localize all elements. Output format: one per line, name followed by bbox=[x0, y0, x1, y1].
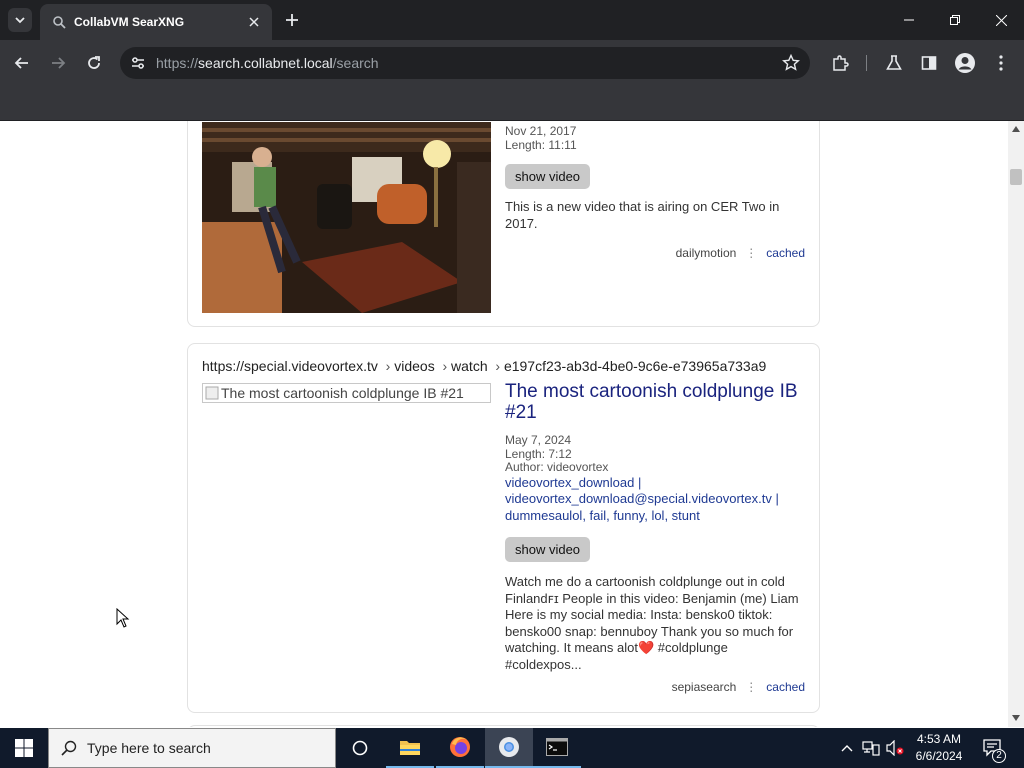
minimize-button[interactable] bbox=[886, 0, 932, 40]
cached-link[interactable]: cached bbox=[766, 246, 805, 260]
favicon-icon bbox=[53, 16, 66, 29]
browser-toolbar: https://search.collabnet.local/search bbox=[0, 40, 1024, 86]
show-hidden-icons-button[interactable] bbox=[838, 728, 856, 768]
clock-date: 6/6/2024 bbox=[915, 749, 963, 763]
mouse-cursor-icon bbox=[116, 608, 130, 628]
volume-tray-icon[interactable] bbox=[884, 728, 906, 768]
terminal-icon bbox=[546, 738, 568, 756]
result-card: Nov 21, 2017 Length: 11:11 show video Th… bbox=[187, 121, 820, 327]
result-date: Nov 21, 2017 bbox=[505, 124, 577, 138]
site-info-icon[interactable] bbox=[130, 55, 146, 71]
menu-button[interactable] bbox=[990, 52, 1012, 74]
room-thumbnail-image bbox=[202, 122, 491, 313]
address-bar[interactable]: https://search.collabnet.local/search bbox=[120, 47, 810, 79]
engine-label: sepiasearch bbox=[671, 680, 737, 694]
result-author: Author: videovortex bbox=[505, 460, 609, 474]
plus-icon bbox=[286, 14, 298, 26]
kebab-menu-icon bbox=[999, 55, 1003, 71]
task-view-button[interactable] bbox=[336, 728, 384, 768]
tab-collabvm-searxng[interactable]: CollabVM SearXNG bbox=[40, 4, 272, 40]
engine-label: dailymotion bbox=[675, 246, 737, 260]
title-bar: CollabVM SearXNG bbox=[0, 0, 1024, 40]
flask-icon bbox=[886, 55, 902, 70]
scroll-down-icon[interactable] bbox=[1012, 715, 1020, 721]
file-explorer-button[interactable] bbox=[386, 728, 434, 768]
restore-button[interactable] bbox=[932, 0, 978, 40]
volume-muted-icon bbox=[886, 740, 904, 756]
side-panel-icon bbox=[921, 56, 937, 70]
new-tab-button[interactable] bbox=[280, 8, 304, 32]
restore-icon bbox=[950, 15, 960, 25]
profile-button[interactable] bbox=[954, 52, 976, 74]
notification-badge: 2 bbox=[992, 749, 1006, 763]
result-card bbox=[187, 725, 820, 727]
firefox-icon bbox=[450, 737, 470, 757]
toolbar-divider bbox=[866, 55, 867, 71]
network-tray-icon[interactable] bbox=[860, 728, 882, 768]
extensions-button[interactable] bbox=[829, 52, 851, 74]
arrow-right-icon bbox=[52, 57, 66, 69]
cached-link[interactable]: cached bbox=[766, 680, 805, 694]
show-video-button[interactable]: show video bbox=[505, 164, 591, 189]
tab-close-button[interactable] bbox=[244, 12, 264, 32]
broken-image-icon bbox=[205, 386, 219, 400]
folder-icon bbox=[400, 741, 420, 755]
result-title-link[interactable]: The most cartoonish coldplunge IB #21 bbox=[505, 381, 807, 423]
side-panel-button[interactable] bbox=[918, 52, 940, 74]
labs-button[interactable] bbox=[883, 52, 905, 74]
result-description: Watch me do a cartoonish coldplunge out … bbox=[505, 574, 799, 672]
result-description: This is a new video that is airing on CE… bbox=[505, 199, 780, 231]
scroll-up-icon[interactable] bbox=[1012, 126, 1020, 132]
result-url[interactable]: https://special.videovortex.tv › videos … bbox=[202, 358, 766, 374]
separator-dots: ⋮ bbox=[745, 680, 758, 694]
tab-title: CollabVM SearXNG bbox=[74, 15, 185, 29]
result-length: Length: 7:12 bbox=[505, 446, 572, 461]
video-thumbnail[interactable] bbox=[202, 122, 491, 313]
bookmarks-bar bbox=[0, 86, 1024, 121]
url-text: https://search.collabnet.local/search bbox=[156, 55, 379, 71]
bookmark-star-icon[interactable] bbox=[782, 54, 800, 72]
window-close-button[interactable] bbox=[978, 0, 1024, 40]
page-content: Nov 21, 2017 Length: 11:11 show video Th… bbox=[0, 121, 1008, 727]
close-icon bbox=[249, 17, 259, 27]
start-button[interactable] bbox=[0, 728, 48, 768]
reload-icon bbox=[88, 56, 100, 69]
puzzle-icon bbox=[833, 55, 849, 71]
separator-dots: ⋮ bbox=[745, 246, 758, 260]
broken-thumbnail[interactable]: The most cartoonish coldplunge IB #21 bbox=[202, 383, 491, 403]
forward-button[interactable] bbox=[44, 49, 72, 77]
chrome-icon bbox=[499, 737, 519, 757]
cortana-circle-icon bbox=[352, 740, 368, 756]
arrow-left-icon bbox=[14, 57, 28, 69]
result-footer: dailymotion ⋮ cached bbox=[676, 246, 805, 260]
result-footer: sepiasearch ⋮ cached bbox=[672, 680, 805, 694]
search-icon bbox=[61, 740, 77, 756]
terminal-button[interactable] bbox=[533, 728, 581, 768]
avatar-icon bbox=[955, 53, 975, 73]
back-button[interactable] bbox=[8, 49, 36, 77]
notification-center-button[interactable]: 2 bbox=[978, 728, 1008, 768]
taskbar: Type here to search 4:53 AM 6/6/2024 2 bbox=[0, 728, 1024, 768]
reload-button[interactable] bbox=[80, 49, 108, 77]
chevron-down-icon bbox=[15, 17, 25, 24]
close-icon bbox=[995, 14, 1007, 26]
minimize-icon bbox=[904, 19, 914, 21]
vertical-scrollbar[interactable] bbox=[1008, 121, 1024, 727]
result-date: May 7, 2024 bbox=[505, 433, 572, 447]
result-tags-links[interactable]: videovortex_download | videovortex_downl… bbox=[505, 475, 807, 525]
scrollbar-thumb[interactable] bbox=[1010, 169, 1022, 185]
chrome-button[interactable] bbox=[485, 728, 533, 768]
clock-time: 4:53 AM bbox=[916, 732, 962, 746]
taskbar-search-box[interactable]: Type here to search bbox=[48, 728, 336, 768]
taskbar-search-placeholder: Type here to search bbox=[87, 740, 211, 756]
network-icon bbox=[862, 741, 880, 756]
tab-search-button[interactable] bbox=[8, 8, 32, 32]
taskbar-clock[interactable]: 4:53 AM 6/6/2024 bbox=[904, 731, 974, 765]
show-video-button[interactable]: show video bbox=[505, 537, 591, 562]
windows-logo-icon bbox=[15, 739, 33, 757]
firefox-button[interactable] bbox=[436, 728, 484, 768]
result-card: https://special.videovortex.tv › videos … bbox=[187, 343, 820, 713]
chevron-up-icon bbox=[841, 745, 853, 752]
result-length: Length: 11:11 bbox=[505, 137, 577, 152]
